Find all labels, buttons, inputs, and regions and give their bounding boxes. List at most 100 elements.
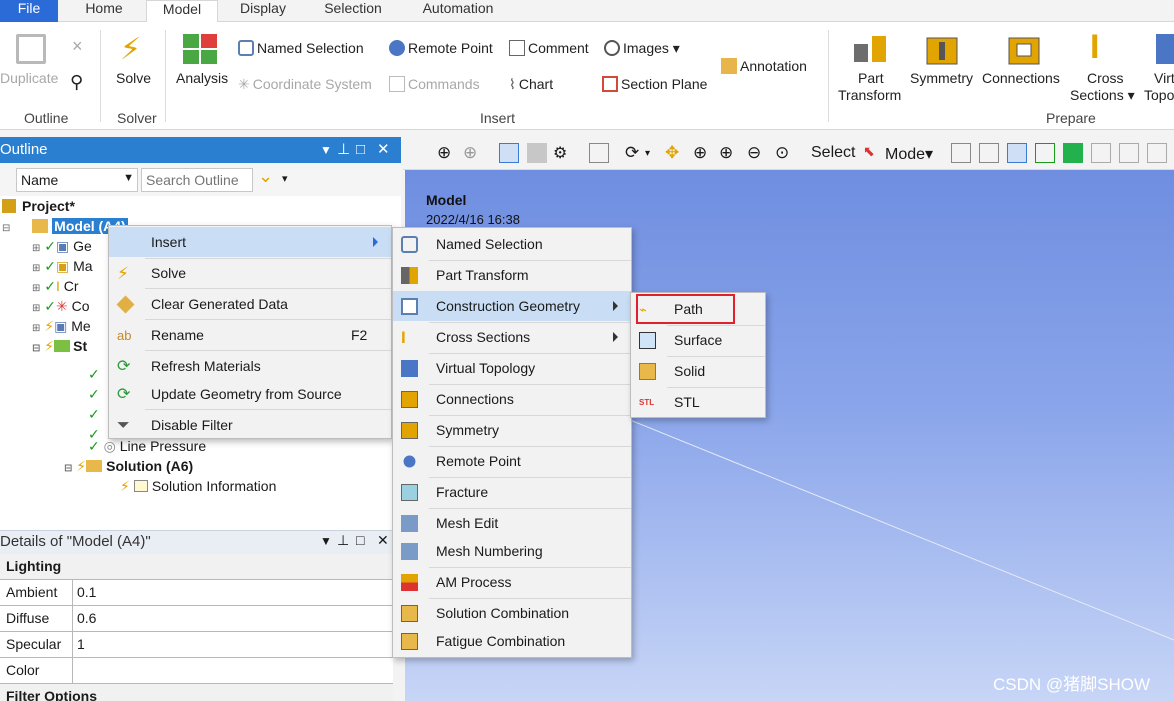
virtual-topology-button[interactable]: Virt <box>1154 70 1174 86</box>
tab-home[interactable]: Home <box>72 0 136 22</box>
menu-item-surface[interactable]: Surface <box>631 325 765 355</box>
menu-item-rename[interactable]: ab Rename F2 <box>109 320 391 350</box>
select-mode-icon[interactable]: ⬉ <box>863 143 875 160</box>
menu-item-refresh-materials[interactable]: ⟳ Refresh Materials <box>109 351 391 381</box>
maximize-icon[interactable]: □ <box>356 532 364 548</box>
view-settings-icon[interactable]: ⚙ <box>553 143 573 163</box>
tree-node-connections[interactable]: ⊞ ✓✳ Co <box>32 298 90 315</box>
tree-node-child-1[interactable]: ✓ <box>88 366 100 383</box>
images-button[interactable]: Images ▾ <box>604 40 680 57</box>
select-body-icon[interactable] <box>1035 143 1055 163</box>
menu-item-stl[interactable]: STL STL <box>631 387 765 417</box>
select-mode-dropdown[interactable]: Mode▾ <box>885 144 933 164</box>
tab-model[interactable]: Model <box>146 0 218 23</box>
select-label[interactable]: Select <box>811 144 855 162</box>
menu-item-clear-generated-data[interactable]: Clear Generated Data <box>109 289 391 319</box>
close-icon[interactable]: ✕ <box>377 532 389 549</box>
tree-node-child-3[interactable]: ✓ <box>88 406 100 423</box>
zoom-fit-icon[interactable]: ⊕ <box>437 143 457 163</box>
tab-display[interactable]: Display <box>228 0 298 22</box>
filter-dropdown-icon[interactable]: ▾ <box>282 172 288 185</box>
zoom-in-icon[interactable]: ⊕ <box>719 143 739 163</box>
select-extend-icon[interactable] <box>1147 143 1167 163</box>
details-row-color[interactable]: Color <box>0 658 393 684</box>
rotate-icon[interactable]: ⟳ <box>625 143 645 163</box>
tree-node-project[interactable]: Project* <box>2 198 75 214</box>
menu-item-mesh-edit[interactable]: Mesh Edit <box>393 508 631 538</box>
pin-icon[interactable]: ⊥ <box>337 532 349 549</box>
maximize-icon[interactable]: □ <box>356 137 365 163</box>
name-filter-select[interactable]: Name ▼ <box>16 168 138 192</box>
collapse-icon[interactable]: ⊟ <box>2 223 10 234</box>
menu-item-am-process[interactable]: AM Process <box>393 567 631 597</box>
search-outline-input[interactable] <box>141 168 253 192</box>
menu-item-remote-point[interactable]: Remote Point <box>393 446 631 476</box>
solve-button[interactable]: Solve <box>116 70 151 86</box>
window-icon[interactable] <box>589 143 609 163</box>
remote-point-button[interactable]: Remote Point <box>389 40 493 56</box>
rotate-dropdown-icon[interactable]: ▾ <box>645 148 665 168</box>
comment-button[interactable]: Comment <box>509 40 589 56</box>
select-element-icon[interactable] <box>1119 143 1139 163</box>
menu-item-part-transform[interactable]: Part Transform <box>393 260 631 290</box>
tree-node-static-structural[interactable]: ⊟ ⚡ St <box>32 338 87 355</box>
details-row-specular[interactable]: Specular 1 <box>0 632 393 658</box>
menu-item-update-geometry[interactable]: ⟳ Update Geometry from Source <box>109 379 391 409</box>
tree-node-materials[interactable]: ⊞ ✓▣ Ma <box>32 258 93 275</box>
connections-button[interactable]: Connections <box>982 70 1060 86</box>
zoom-out-icon[interactable]: ⊖ <box>747 143 767 163</box>
panel-dropdown-icon[interactable]: ▼ <box>320 137 332 163</box>
tree-node-child-2[interactable]: ✓ <box>88 386 100 403</box>
menu-item-symmetry[interactable]: Symmetry <box>393 415 631 445</box>
analysis-button[interactable]: Analysis <box>176 70 228 86</box>
panel-dropdown-icon[interactable]: ▼ <box>320 534 332 548</box>
tree-node-solution[interactable]: ⊟ ⚡ Solution (A6) <box>64 458 193 475</box>
annotation-button[interactable]: Annotation <box>721 58 807 74</box>
tree-node-line-pressure[interactable]: ✓ ◎ Line Pressure <box>88 438 206 455</box>
tree-node-cross-sections[interactable]: ⊞ ✓I Cr <box>32 278 79 295</box>
find-icon[interactable]: ⚲ <box>70 72 83 93</box>
tree-node-solution-info[interactable]: ⚡ Solution Information <box>120 478 276 495</box>
pin-icon[interactable]: ⊥ <box>337 137 350 163</box>
menu-item-fracture[interactable]: Fracture <box>393 477 631 507</box>
select-node-icon[interactable] <box>1091 143 1111 163</box>
menu-item-mesh-numbering[interactable]: Mesh Numbering <box>393 536 631 566</box>
menu-item-solve[interactable]: ⚡ Solve <box>109 258 391 288</box>
menu-item-fatigue-combination[interactable]: Fatigue Combination <box>393 626 631 656</box>
chart-button[interactable]: ⌇ Chart <box>509 76 553 93</box>
pan-icon[interactable]: ✥ <box>665 143 685 163</box>
tree-node-geometry[interactable]: ⊞ ✓▣ Ge <box>32 238 92 255</box>
menu-item-disable-filter[interactable]: ⏷ Disable Filter <box>109 410 391 440</box>
close-icon[interactable]: ✕ <box>377 137 390 163</box>
view-iso-icon[interactable] <box>499 143 519 163</box>
tab-selection[interactable]: Selection <box>312 0 394 22</box>
commands-button[interactable]: Commands <box>389 76 480 92</box>
zoom-box-icon[interactable]: ⊕ <box>463 143 483 163</box>
details-row-diffuse[interactable]: Diffuse 0.6 <box>0 606 393 632</box>
menu-item-virtual-topology[interactable]: Virtual Topology <box>393 353 631 383</box>
select-face-icon[interactable] <box>1007 143 1027 163</box>
menu-item-insert[interactable]: Insert <box>109 227 391 257</box>
details-section-lighting[interactable]: Lighting <box>0 554 393 580</box>
menu-item-solid[interactable]: Solid <box>631 356 765 386</box>
details-section-filter-options[interactable]: Filter Options <box>0 684 393 701</box>
tab-automation[interactable]: Automation <box>406 0 510 22</box>
section-plane-button[interactable]: Section Plane <box>602 76 707 92</box>
menu-item-cross-sections[interactable]: I Cross Sections <box>393 322 631 352</box>
select-point-icon[interactable] <box>951 143 971 163</box>
menu-item-solution-combination[interactable]: Solution Combination <box>393 598 631 628</box>
delete-icon[interactable]: × <box>72 36 83 57</box>
menu-item-named-selection[interactable]: Named Selection <box>393 229 631 259</box>
select-mesh-icon[interactable] <box>1063 143 1083 163</box>
part-transform-button[interactable]: Part <box>858 70 884 86</box>
filter-options-icon[interactable]: ⌄ <box>258 166 273 187</box>
zoom-icon[interactable]: ⊕ <box>693 143 713 163</box>
menu-item-construction-geometry[interactable]: Construction Geometry <box>393 291 631 321</box>
coordinate-system-button[interactable]: ✳ Coordinate System <box>238 76 372 93</box>
cross-sections-button[interactable]: Cross <box>1087 70 1124 86</box>
tree-node-mesh[interactable]: ⊞ ⚡▣ Me <box>32 318 91 335</box>
tab-file[interactable]: File <box>0 0 58 22</box>
view-shaded-icon[interactable] <box>527 143 547 163</box>
select-edge-icon[interactable] <box>979 143 999 163</box>
details-row-ambient[interactable]: Ambient 0.1 <box>0 580 393 606</box>
